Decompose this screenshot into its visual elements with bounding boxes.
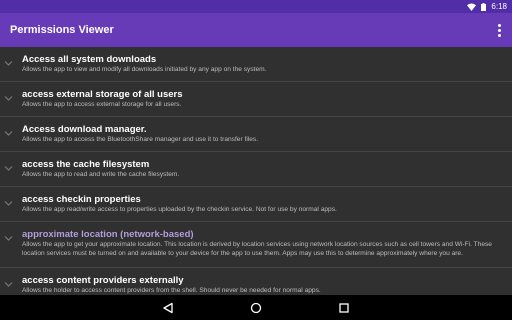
chevron-down-icon — [4, 96, 13, 101]
permission-title: approximate location (network-based) — [22, 229, 194, 240]
navigation-bar — [0, 295, 512, 320]
permission-title: Access download manager. — [22, 124, 147, 135]
home-icon[interactable] — [248, 300, 264, 316]
list-item[interactable]: access checkin properties Allows the app… — [0, 187, 512, 222]
overflow-menu-icon[interactable] — [494, 21, 504, 39]
permissions-list: Access all system downloads Allows the a… — [0, 47, 512, 295]
permission-description: Allows the holder to access content prov… — [22, 287, 321, 294]
wifi-icon — [467, 3, 477, 11]
chevron-down-icon — [4, 61, 13, 66]
permission-title: access external storage of all users — [22, 89, 183, 100]
list-item[interactable]: access external storage of all users All… — [0, 82, 512, 117]
permission-description: Allows the app to view and modify all do… — [22, 66, 267, 73]
permission-description: Allows the app to read and write the cac… — [22, 171, 180, 178]
recents-icon[interactable] — [336, 300, 352, 316]
chevron-down-icon — [4, 166, 13, 171]
list-item[interactable]: approximate location (network-based) All… — [0, 222, 512, 268]
app-toolbar: Permissions Viewer — [0, 13, 512, 47]
permission-description: Allows the app to access external storag… — [22, 101, 182, 108]
permission-description: Allows the app read/write access to prop… — [22, 206, 337, 213]
chevron-down-icon — [4, 282, 13, 287]
permission-title: Access all system downloads — [22, 54, 157, 65]
permission-description: Allows the app to access the BluetoothSh… — [22, 136, 259, 143]
list-item[interactable]: Access download manager. Allows the app … — [0, 117, 512, 152]
list-item[interactable]: access the cache filesystem Allows the a… — [0, 152, 512, 187]
status-bar: 6:18 — [0, 0, 512, 13]
list-item[interactable]: access content providers externally Allo… — [0, 268, 512, 295]
back-icon[interactable] — [160, 300, 176, 316]
permission-title: access content providers externally — [22, 275, 184, 286]
permission-title: access checkin properties — [22, 194, 141, 205]
chevron-down-icon — [4, 131, 13, 136]
page-title: Permissions Viewer — [10, 24, 114, 36]
chevron-down-icon — [4, 201, 13, 206]
chevron-down-icon — [4, 236, 13, 241]
battery-icon — [481, 2, 487, 11]
list-item[interactable]: Access all system downloads Allows the a… — [0, 47, 512, 82]
permission-title: access the cache filesystem — [22, 159, 150, 170]
status-time: 6:18 — [491, 2, 507, 11]
permission-description: Allows the app to get your approximate l… — [22, 241, 492, 257]
